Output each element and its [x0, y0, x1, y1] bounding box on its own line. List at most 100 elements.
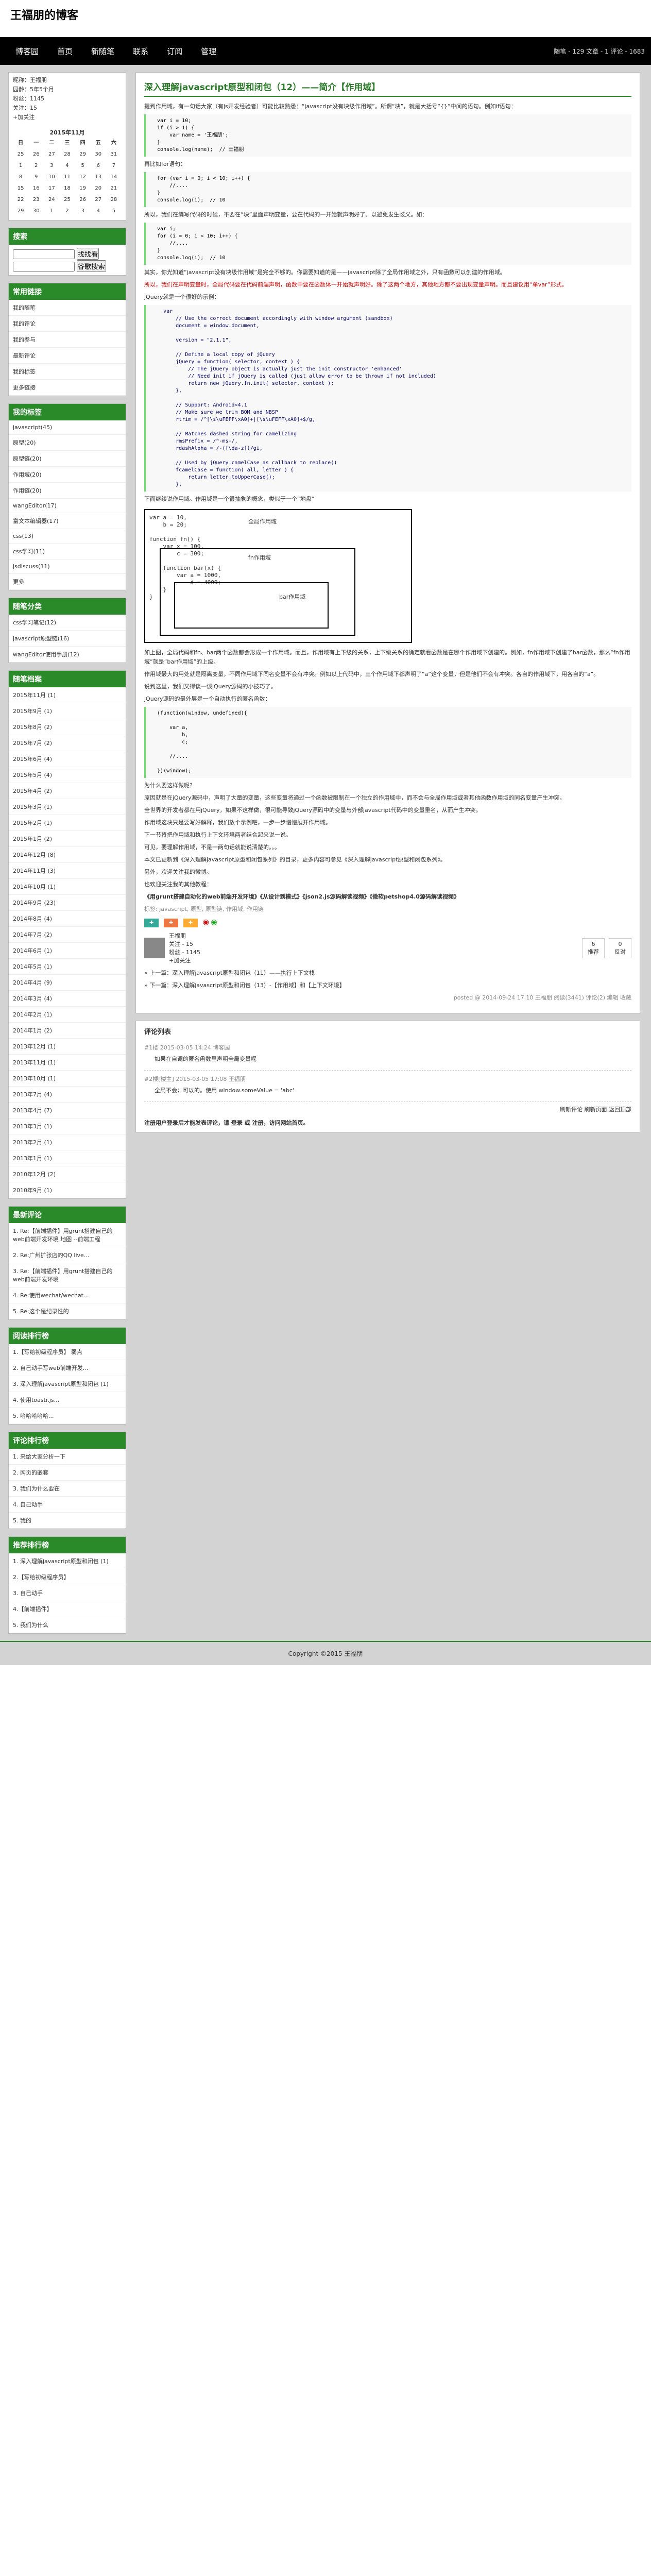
archive-item[interactable]: 2013年10月 (1) — [9, 1071, 126, 1087]
archive-item[interactable]: 2015年4月 (2) — [9, 783, 126, 799]
sidebar-link[interactable]: 更多链接 — [9, 380, 126, 396]
calendar-day[interactable]: 29 — [13, 206, 28, 217]
calendar-day[interactable]: 29 — [75, 149, 91, 160]
calendar-day[interactable]: 25 — [13, 149, 28, 160]
archive-item[interactable]: 2014年5月 (1) — [9, 959, 126, 975]
calendar-day[interactable]: 12 — [75, 172, 91, 183]
share-button[interactable]: ✚ — [183, 919, 198, 927]
tag-item[interactable]: 原型(20) — [9, 435, 126, 451]
nav-item-contact[interactable]: 联系 — [124, 46, 158, 57]
archive-item[interactable]: 2014年8月 (4) — [9, 911, 126, 927]
sidebar-link[interactable]: 最新评论 — [9, 348, 126, 364]
comment-rank-item[interactable]: 1. 来给大家分析一下 — [9, 1449, 126, 1465]
archive-item[interactable]: 2014年11月 (3) — [9, 863, 126, 879]
share-button[interactable]: ✚ — [144, 919, 159, 927]
recommend-item[interactable]: 5. 我们为什么 — [9, 1617, 126, 1633]
calendar-day[interactable]: 2 — [28, 160, 44, 172]
archive-item[interactable]: 2015年1月 (2) — [9, 831, 126, 847]
nav-item-blogs[interactable]: 博客园 — [6, 46, 48, 57]
calendar-day[interactable]: 10 — [44, 172, 59, 183]
calendar-day[interactable]: 17 — [44, 183, 59, 194]
archive-item[interactable]: 2015年9月 (1) — [9, 703, 126, 719]
read-rank-item[interactable]: 2. 自己动手写web前端开发... — [9, 1360, 126, 1376]
share-button[interactable]: ✚ — [163, 919, 179, 927]
calendar-day[interactable]: 4 — [91, 206, 106, 217]
bury-button[interactable]: 0 反对 — [609, 938, 631, 958]
author-name[interactable]: 王福朋 — [169, 931, 200, 940]
archive-item[interactable]: 2013年3月 (1) — [9, 1118, 126, 1134]
sidebar-link[interactable]: 我的随笔 — [9, 300, 126, 316]
archive-item[interactable]: 2014年1月 (2) — [9, 1023, 126, 1039]
post-paragraph[interactable]: 另外，欢迎关注我的微博。 — [144, 868, 631, 877]
wechat-icon[interactable]: ◉ — [211, 918, 217, 926]
search-button[interactable]: 找找看 — [76, 248, 99, 260]
tag-item[interactable]: jsdiscuss(11) — [9, 560, 126, 574]
archive-item[interactable]: 2015年3月 (1) — [9, 799, 126, 815]
profile-nickname[interactable]: 昵称：王福朋 — [13, 76, 122, 85]
calendar-day[interactable]: 30 — [28, 206, 44, 217]
archive-item[interactable]: 2013年1月 (1) — [9, 1150, 126, 1166]
tag-item[interactable]: 作用域(20) — [9, 467, 126, 483]
calendar-day[interactable]: 4 — [59, 160, 75, 172]
calendar-day[interactable]: 26 — [28, 149, 44, 160]
tag-item[interactable]: css学习(11) — [9, 544, 126, 560]
calendar-day[interactable]: 27 — [91, 194, 106, 206]
google-search-input[interactable] — [13, 262, 75, 272]
comment-rank-item[interactable]: 5. 我的 — [9, 1513, 126, 1529]
recommend-item[interactable]: 3. 自己动手 — [9, 1585, 126, 1601]
recommend-item[interactable]: 1. 深入理解javascript原型和闭包 (1) — [9, 1553, 126, 1569]
post-tags[interactable]: 标签: javascript, 原型, 原型链, 作用域, 作用链 — [144, 905, 631, 914]
calendar-day[interactable]: 25 — [59, 194, 75, 206]
avatar[interactable] — [144, 938, 165, 958]
tag-item[interactable]: 作用链(20) — [9, 483, 126, 499]
read-rank-item[interactable]: 3. 深入理解javascript原型和闭包 (1) — [9, 1376, 126, 1392]
tag-item[interactable]: javascript(45) — [9, 420, 126, 435]
archive-item[interactable]: 2014年4月 (9) — [9, 975, 126, 991]
sidebar-link[interactable]: 我的参与 — [9, 332, 126, 348]
calendar-day[interactable]: 22 — [13, 194, 28, 206]
calendar-day[interactable]: 11 — [59, 172, 75, 183]
calendar-day[interactable]: 28 — [59, 149, 75, 160]
calendar-day[interactable]: 13 — [91, 172, 106, 183]
profile-fans[interactable]: 粉丝：1145 — [13, 94, 122, 104]
archive-item[interactable]: 2014年10月 (1) — [9, 879, 126, 895]
read-rank-item[interactable]: 1.【写给初级程序员】 弱点 — [9, 1344, 126, 1360]
category-item[interactable]: css学习笔记(12) — [9, 615, 126, 631]
calendar-day[interactable]: 30 — [91, 149, 106, 160]
calendar-day[interactable]: 3 — [44, 160, 59, 172]
archive-item[interactable]: 2013年7月 (4) — [9, 1087, 126, 1103]
recommend-item[interactable]: 2.【写给初级程序员】 — [9, 1569, 126, 1585]
archive-item[interactable]: 2013年2月 (1) — [9, 1134, 126, 1150]
author-fans[interactable]: 粉丝 - 1145 — [169, 948, 200, 956]
nav-item-manage[interactable]: 管理 — [192, 46, 226, 57]
calendar-day[interactable]: 7 — [106, 160, 122, 172]
read-rank-item[interactable]: 4. 使用toastr.js... — [9, 1392, 126, 1408]
blog-title[interactable]: 王福朋的博客 — [10, 6, 641, 23]
calendar-day[interactable]: 5 — [106, 206, 122, 217]
comment-rank-item[interactable]: 3. 我们为什么要在 — [9, 1481, 126, 1497]
archive-item[interactable]: 2014年12月 (8) — [9, 847, 126, 863]
tag-item[interactable]: 富文本编辑器(17) — [9, 513, 126, 529]
recommend-item[interactable]: 4.【前端插件】 — [9, 1601, 126, 1617]
login-notice[interactable]: 注册用户登录后才能发表评论，请 登录 或 注册，访问网站首页。 — [144, 1118, 631, 1127]
archive-item[interactable]: 2013年12月 (1) — [9, 1039, 126, 1055]
author-follow[interactable]: 关注 - 15 — [169, 940, 200, 948]
archive-item[interactable]: 2014年3月 (4) — [9, 991, 126, 1007]
tag-item[interactable]: wangEditor(17) — [9, 499, 126, 513]
calendar-day[interactable]: 14 — [106, 172, 122, 183]
nav-item-new-post[interactable]: 新随笔 — [82, 46, 124, 57]
calendar-day[interactable]: 5 — [75, 160, 91, 172]
archive-item[interactable]: 2014年6月 (1) — [9, 943, 126, 959]
post-title[interactable]: 深入理解javascript原型和闭包（12）——简介【作用域】 — [144, 80, 631, 97]
prev-post-link[interactable]: « 上一篇：深入理解javascript原型和闭包（11）——执行上下文栈 — [144, 969, 631, 978]
calendar-day[interactable]: 15 — [13, 183, 28, 194]
category-item[interactable]: javascript原型链(16) — [9, 631, 126, 647]
calendar-day[interactable]: 3 — [75, 206, 91, 217]
calendar-day[interactable]: 31 — [106, 149, 122, 160]
archive-item[interactable]: 2014年7月 (2) — [9, 927, 126, 943]
archive-item[interactable]: 2015年2月 (1) — [9, 815, 126, 831]
archive-item[interactable]: 2010年9月 (1) — [9, 1182, 126, 1198]
archive-item[interactable]: 2013年11月 (1) — [9, 1055, 126, 1071]
calendar-day[interactable]: 19 — [75, 183, 91, 194]
calendar-day[interactable]: 21 — [106, 183, 122, 194]
